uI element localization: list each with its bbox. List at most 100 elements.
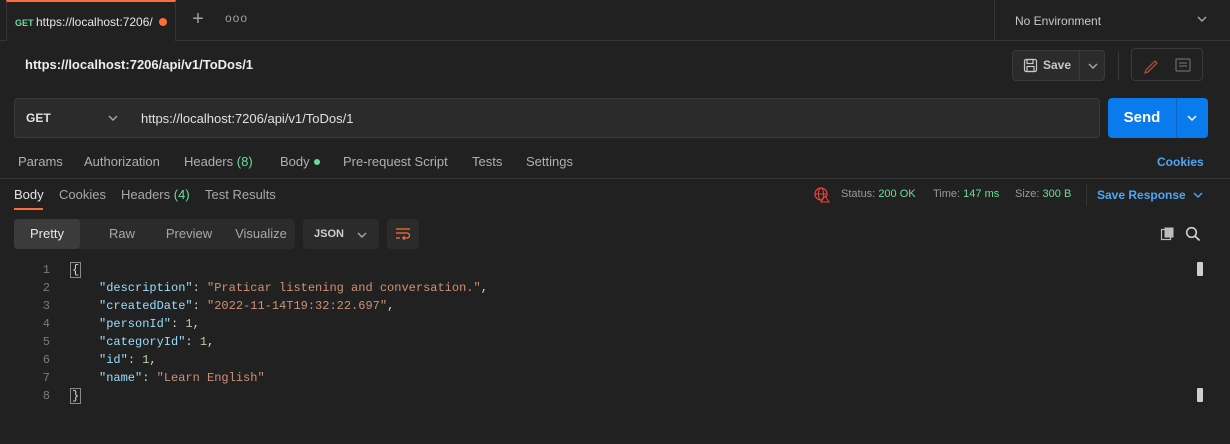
view-visualize-button[interactable]: Visualize xyxy=(226,219,296,249)
line-number: 8 xyxy=(42,389,50,403)
json-key: "name" xyxy=(99,371,143,385)
time-label: Time: xyxy=(933,188,961,200)
json-key: "createdDate" xyxy=(99,299,193,313)
code-line: "id": 1, xyxy=(99,353,157,367)
size-readout[interactable]: Size: 300 B xyxy=(1015,188,1071,200)
format-label: JSON xyxy=(314,228,344,240)
chevron-down-icon[interactable] xyxy=(1192,189,1204,201)
chevron-down-icon[interactable] xyxy=(1185,111,1199,125)
new-tab-button[interactable]: + xyxy=(188,9,208,29)
view-mode-segmented: Pretty Raw Preview Visualize xyxy=(14,219,295,249)
response-tab-test-results[interactable]: Test Results xyxy=(205,187,276,202)
code-line: "description": "Praticar listening and c… xyxy=(99,281,488,295)
headers-count: (8) xyxy=(236,154,253,169)
line-number: 7 xyxy=(42,371,50,385)
cookies-link[interactable]: Cookies xyxy=(1157,155,1204,169)
scrollbar-top-marker xyxy=(1197,262,1203,276)
scrollbar[interactable] xyxy=(1197,262,1203,407)
line-number: 2 xyxy=(42,281,50,295)
unsaved-indicator-icon xyxy=(159,18,167,26)
time-value: 147 ms xyxy=(963,188,1000,200)
chevron-down-icon xyxy=(108,115,118,121)
save-icon xyxy=(1023,58,1038,73)
body-indicator-icon xyxy=(313,159,320,165)
headers-count: (4) xyxy=(173,187,190,202)
code-line: { xyxy=(70,261,82,279)
scrollbar-bottom-marker xyxy=(1197,388,1203,402)
size-label: Size: xyxy=(1015,188,1040,200)
json-key: "id" xyxy=(99,353,128,367)
json-key: "description" xyxy=(99,281,193,295)
tab-label: Body xyxy=(280,154,310,169)
tab-body[interactable]: Body xyxy=(280,154,320,169)
response-tab-headers[interactable]: Headers (4) xyxy=(121,187,190,202)
chevron-down-icon xyxy=(357,232,367,238)
request-actions-group xyxy=(1131,48,1203,81)
save-label: Save xyxy=(1043,58,1072,72)
chevron-down-icon xyxy=(1197,16,1207,22)
chevron-down-icon xyxy=(1088,63,1098,69)
tab-method: GET xyxy=(15,18,34,28)
line-number: 4 xyxy=(42,317,50,331)
json-value: "Learn English" xyxy=(156,371,265,385)
save-response-button[interactable]: Save Response xyxy=(1097,188,1186,202)
request-tab[interactable]: GET https://localhost:7206/ xyxy=(6,0,176,41)
status-readout[interactable]: Status: 200 OK xyxy=(841,188,916,200)
environment-selector[interactable]: No Environment xyxy=(994,0,1230,41)
json-value: "2022-11-14T19:32:22.697" xyxy=(207,299,388,313)
code-line: "createdDate": "2022-11-14T19:32:22.697"… xyxy=(99,299,395,313)
code-line: "categoryId": 1, xyxy=(99,335,215,349)
documentation-icon[interactable] xyxy=(1170,53,1196,77)
send-button[interactable]: Send xyxy=(1108,98,1208,138)
request-title[interactable]: https://localhost:7206/api/v1/ToDos/1 xyxy=(25,57,253,72)
line-number: 1 xyxy=(42,263,50,277)
line-number: 5 xyxy=(42,335,50,349)
tab-tests[interactable]: Tests xyxy=(472,154,502,169)
copy-icon[interactable] xyxy=(1160,226,1176,242)
send-label: Send xyxy=(1123,109,1161,126)
status-value: 200 OK xyxy=(878,188,916,200)
json-key: "personId" xyxy=(99,317,172,331)
wrap-lines-button[interactable] xyxy=(387,219,419,249)
code-line: "name": "Learn English" xyxy=(99,371,265,385)
json-value: "Praticar listening and conversation." xyxy=(207,281,481,295)
view-pretty-button[interactable]: Pretty xyxy=(14,219,80,249)
line-number: 6 xyxy=(42,353,50,367)
divider xyxy=(1086,184,1087,206)
active-tab-indicator xyxy=(14,208,43,210)
wrap-lines-icon xyxy=(396,228,411,241)
save-button[interactable]: Save xyxy=(1012,50,1105,81)
tab-settings[interactable]: Settings xyxy=(526,154,573,169)
divider xyxy=(0,178,1230,179)
url-input[interactable] xyxy=(129,98,1100,138)
view-preview-button[interactable]: Preview xyxy=(152,219,226,249)
tab-url: https://localhost:7206/ xyxy=(36,15,153,29)
time-readout[interactable]: Time: 147 ms xyxy=(933,188,999,200)
more-tabs-button[interactable]: ooo xyxy=(225,11,248,25)
tab-label: Headers xyxy=(121,187,171,202)
json-key: "categoryId" xyxy=(99,335,186,349)
search-icon[interactable] xyxy=(1185,226,1201,242)
tab-authorization[interactable]: Authorization xyxy=(84,154,160,169)
code-line: } xyxy=(70,387,82,405)
line-number: 3 xyxy=(42,299,50,313)
code-line: "personId": 1, xyxy=(99,317,200,331)
tab-params[interactable]: Params xyxy=(18,154,63,169)
tab-pre-request-script[interactable]: Pre-request Script xyxy=(343,154,448,169)
response-tab-body[interactable]: Body xyxy=(14,187,44,202)
json-value: 1 xyxy=(185,317,193,331)
method-select[interactable]: GET xyxy=(14,98,130,138)
divider xyxy=(1118,52,1119,80)
size-value: 300 B xyxy=(1042,188,1072,200)
format-select[interactable]: JSON xyxy=(303,219,379,249)
tab-headers[interactable]: Headers (8) xyxy=(184,154,253,169)
pencil-icon[interactable] xyxy=(1138,53,1164,77)
json-value: 1 xyxy=(199,335,208,349)
json-brace: { xyxy=(70,262,82,278)
globe-warning-icon[interactable] xyxy=(814,187,830,203)
method-label: GET xyxy=(26,111,51,125)
tab-label: Headers xyxy=(184,154,234,169)
response-tab-cookies[interactable]: Cookies xyxy=(59,187,106,202)
environment-label: No Environment xyxy=(1015,14,1102,28)
view-raw-button[interactable]: Raw xyxy=(92,219,152,249)
